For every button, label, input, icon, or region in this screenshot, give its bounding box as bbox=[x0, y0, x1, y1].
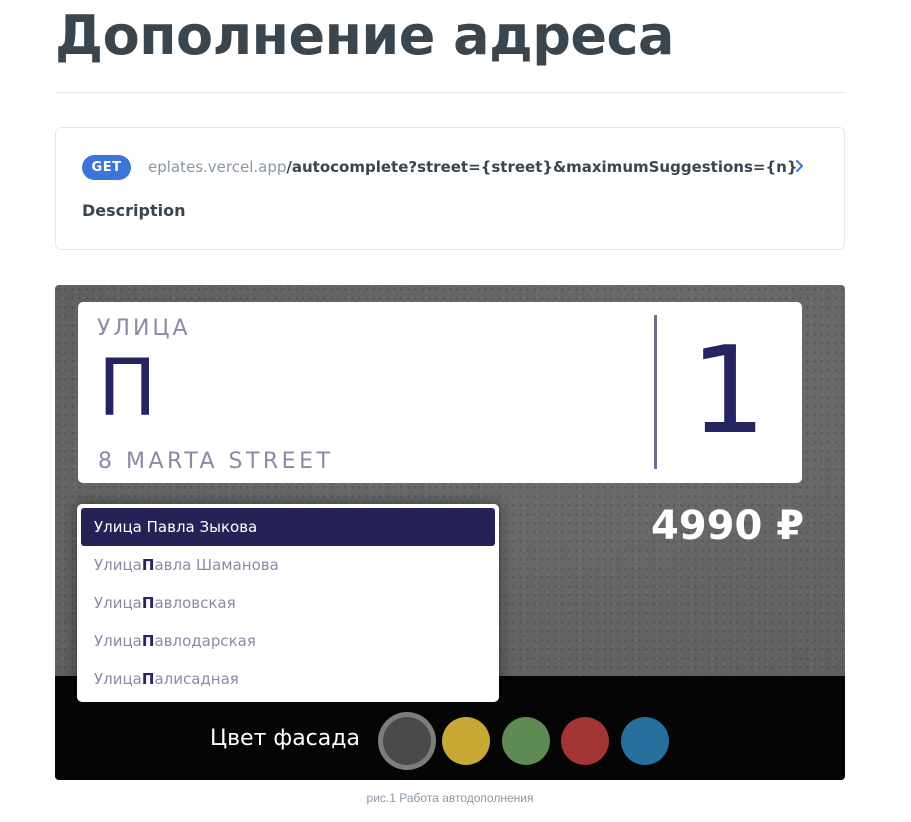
autocomplete-demo-figure: УЛИЦА П 8 MARTA STREET 1 4990 ₽ Улица Па… bbox=[55, 285, 845, 780]
suggestion-item[interactable]: Улица Павла Шаманова bbox=[81, 546, 495, 584]
color-swatch-blue[interactable] bbox=[621, 717, 669, 765]
api-endpoint-card[interactable]: GET eplates.vercel.app/autocomplete?stre… bbox=[55, 127, 845, 250]
plate-house-number[interactable]: 1 bbox=[690, 332, 766, 452]
suggestion-match: П bbox=[141, 556, 155, 574]
suggestion-match: П bbox=[141, 594, 155, 612]
color-swatch-yellow[interactable] bbox=[442, 717, 490, 765]
color-swatch-green[interactable] bbox=[502, 717, 550, 765]
facade-color-label: Цвет фасада bbox=[210, 726, 360, 751]
suggestion-item[interactable]: Улица Павловская bbox=[81, 584, 495, 622]
http-method-badge: GET bbox=[82, 155, 131, 180]
address-plate: УЛИЦА П 8 MARTA STREET 1 bbox=[78, 302, 802, 483]
endpoint-url: eplates.vercel.app/autocomplete?street={… bbox=[148, 158, 798, 176]
plate-street-type: УЛИЦА bbox=[97, 316, 191, 341]
price-label: 4990 ₽ bbox=[651, 503, 805, 549]
title-divider bbox=[55, 92, 845, 93]
plate-street-name[interactable]: П bbox=[98, 350, 157, 428]
color-swatch-red[interactable] bbox=[561, 717, 609, 765]
suggestion-item[interactable]: Улица Павла Зыкова bbox=[81, 508, 495, 546]
suggestion-item[interactable]: Улица Павлодарская bbox=[81, 622, 495, 660]
page-title: Дополнение адреса bbox=[55, 4, 674, 67]
endpoint-path: /autocomplete?street={street}&maximumSug… bbox=[286, 158, 798, 176]
plate-separator bbox=[654, 315, 657, 469]
figure-caption: рис.1 Работа автодополнения bbox=[366, 791, 534, 805]
suggestion-item[interactable]: Улица Палисадная bbox=[81, 660, 495, 698]
plate-street-translit: 8 MARTA STREET bbox=[98, 449, 334, 474]
autocomplete-dropdown: Улица Павла Зыкова Улица Павла Шаманова … bbox=[77, 504, 499, 702]
description-label: Description bbox=[82, 201, 186, 220]
suggestion-match: П bbox=[141, 670, 155, 688]
chevron-right-icon[interactable] bbox=[791, 158, 807, 174]
color-swatch-dark-gray[interactable] bbox=[383, 717, 431, 765]
suggestion-match: П bbox=[141, 632, 155, 650]
endpoint-host: eplates.vercel.app bbox=[148, 158, 287, 176]
